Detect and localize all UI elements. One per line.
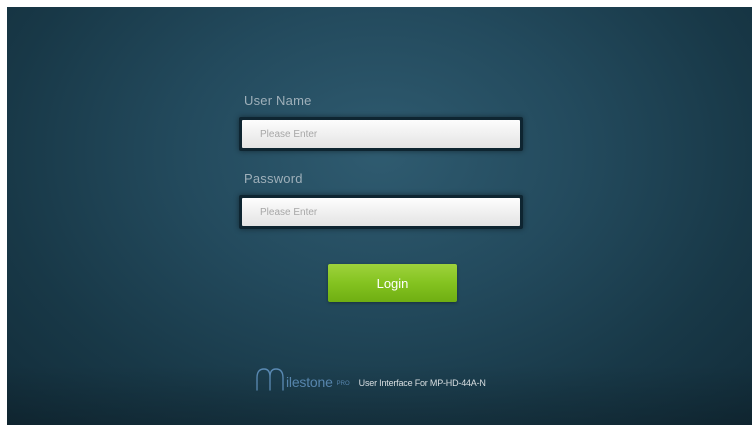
milestone-m-logo-icon xyxy=(256,368,284,391)
password-label: Password xyxy=(244,171,303,186)
footer-caption: User Interface For MP-HD-44A-N xyxy=(358,378,486,388)
password-input[interactable] xyxy=(242,198,520,226)
username-label: User Name xyxy=(244,93,312,108)
username-input[interactable] xyxy=(242,120,520,148)
brand-name: ilestone xyxy=(286,374,333,390)
password-field-frame xyxy=(239,195,523,229)
brand-suffix: PRO xyxy=(336,381,350,387)
login-button[interactable]: Login xyxy=(328,264,457,302)
footer-branding: ilestone PRO User Interface For MP-HD-44… xyxy=(255,365,486,391)
username-field-frame xyxy=(239,117,523,151)
login-screen: User Name Password Login ilestone PRO Us… xyxy=(7,7,752,425)
